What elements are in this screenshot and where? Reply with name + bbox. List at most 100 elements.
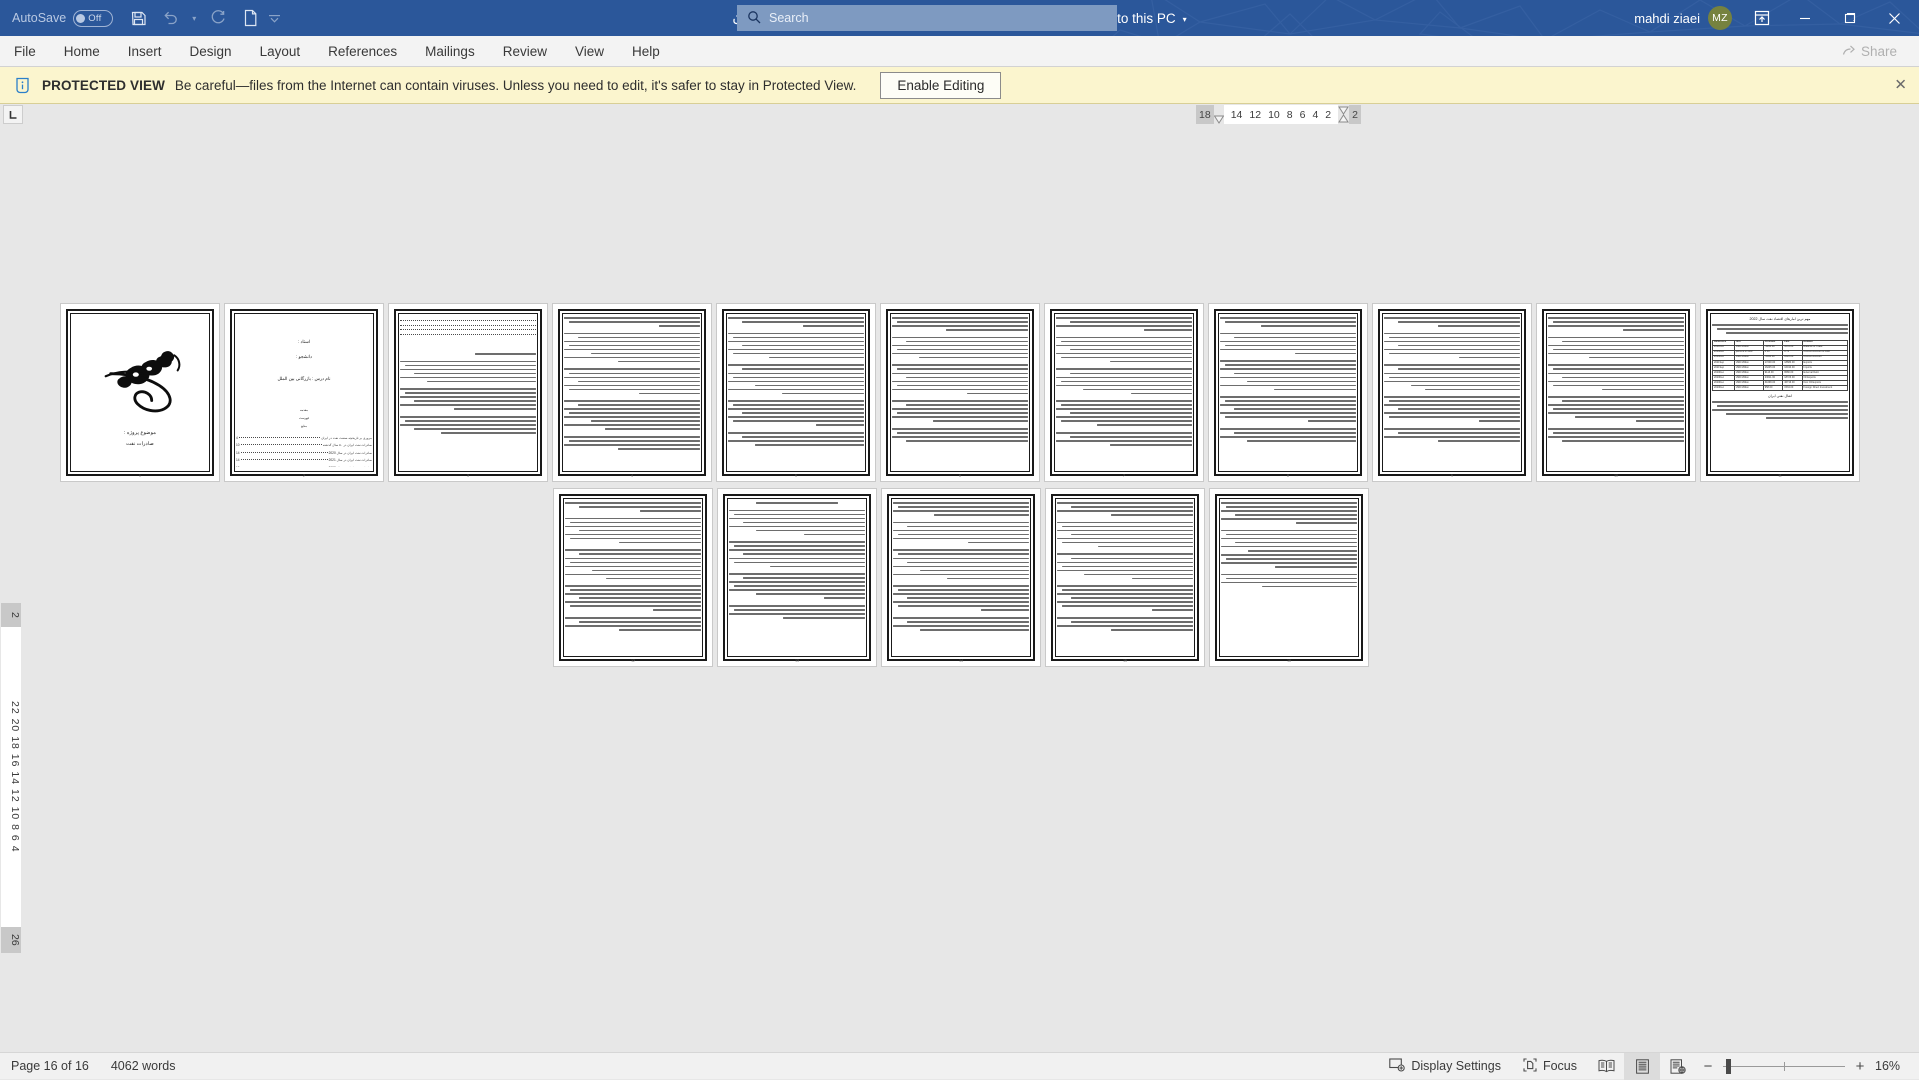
ruler-left-margin-label: 18	[1199, 109, 1211, 121]
ruler-left-margin[interactable]: 18	[1196, 105, 1214, 124]
ruler-right-margin[interactable]: 2	[1349, 105, 1361, 124]
print-layout-icon[interactable]	[1624, 1053, 1660, 1080]
cell-last: 1534.00	[1783, 386, 1802, 391]
page-indicator[interactable]: Page 16 of 16	[0, 1053, 100, 1080]
toc-entry[interactable]: صادرات نفت ایران در سال 2020 14	[236, 451, 372, 455]
search-input[interactable]: Search	[737, 5, 1117, 31]
document-page[interactable]: 13	[717, 488, 877, 667]
toc-entry[interactable]	[400, 326, 536, 327]
document-page[interactable]: 3	[388, 303, 548, 482]
search-placeholder: Search	[769, 11, 809, 25]
protected-view-title: PROTECTED VIEW	[42, 78, 165, 93]
tab-help[interactable]: Help	[618, 36, 674, 66]
web-layout-icon[interactable]	[1660, 1053, 1696, 1080]
cell-previous: 958.00	[1763, 386, 1782, 391]
document-page[interactable]: موضوع پروژه : صادرات نفت 1	[60, 303, 220, 482]
page-number: 6	[881, 474, 1039, 478]
zoom-slider-thumb[interactable]	[1726, 1059, 1731, 1074]
document-page[interactable]: 4	[552, 303, 712, 482]
share-label: Share	[1861, 44, 1897, 59]
display-settings-button[interactable]: Display Settings	[1378, 1053, 1512, 1080]
toc-entry[interactable]: مروری بر تاریخچه صنعت نفت در ایران 4	[236, 436, 372, 440]
zoom-out-button[interactable]: −	[1702, 1058, 1714, 1075]
document-page[interactable]: 10	[1536, 303, 1696, 482]
undo-icon[interactable]	[155, 4, 185, 32]
account-name[interactable]: mahdi ziaei	[1634, 11, 1700, 26]
document-page[interactable]: 7	[1044, 303, 1204, 482]
document-page[interactable]: مهم ترین آمارهای اقتصاد نفت سال 2022 Ref…	[1700, 303, 1860, 482]
document-canvas[interactable]: موضوع پروژه : صادرات نفت 1 استاد : دانشج…	[22, 139, 1919, 1052]
redo-icon[interactable]	[203, 4, 233, 32]
toc-entry[interactable]	[400, 335, 536, 336]
page-content	[565, 502, 701, 652]
zoom-level[interactable]: 16%	[1875, 1059, 1909, 1073]
share-button[interactable]: Share	[1832, 39, 1907, 64]
hanging-indent-marker[interactable]	[1338, 105, 1349, 124]
toc-page: 15	[236, 466, 240, 467]
page-number: 9	[1373, 474, 1531, 478]
zoom-in-button[interactable]: +	[1854, 1058, 1866, 1075]
restore-icon[interactable]	[1827, 0, 1872, 36]
document-page[interactable]: 14	[881, 488, 1041, 667]
word-count[interactable]: 4062 words	[100, 1053, 187, 1080]
tab-layout[interactable]: Layout	[246, 36, 315, 66]
oil-statistics-table: Reference Unit Previous Last Related 202…	[1712, 340, 1848, 392]
document-page[interactable]: 15	[1045, 488, 1205, 667]
vruler-page-area[interactable]: 22 20 18 16 14 12 10 8 6 4	[1, 627, 21, 927]
tab-file[interactable]: File	[0, 36, 50, 66]
vruler-top-margin[interactable]: 2	[1, 603, 21, 627]
document-page[interactable]: 12	[553, 488, 713, 667]
autosave-switch[interactable]: Off	[73, 10, 113, 27]
touch-mode-icon[interactable]	[235, 4, 265, 32]
enable-editing-button[interactable]: Enable Editing	[880, 72, 1001, 99]
save-icon[interactable]	[123, 4, 153, 32]
ruler-tick-6: 6	[1300, 109, 1306, 121]
document-page[interactable]: 16	[1209, 488, 1369, 667]
customize-quick-access-icon[interactable]	[267, 4, 281, 32]
document-page[interactable]: 6	[880, 303, 1040, 482]
body-heading	[475, 353, 536, 355]
tab-insert[interactable]: Insert	[114, 36, 176, 66]
toc-entry[interactable]: صادرات نفت ایران در ۵۰ سال گذشته 10	[236, 443, 372, 447]
tab-review[interactable]: Review	[489, 36, 561, 66]
cell-reference: 2020Dec	[1713, 386, 1735, 391]
document-page[interactable]: 8	[1208, 303, 1368, 482]
tab-mailings[interactable]: Mailings	[411, 36, 489, 66]
bismillah-calligraphy-icon	[94, 340, 186, 420]
read-mode-icon[interactable]	[1588, 1053, 1624, 1080]
first-line-indent-marker[interactable]	[1214, 105, 1224, 124]
toc-entry[interactable]	[400, 321, 536, 322]
toc-entry[interactable]: صادرات نفت ایران در سال 2021 14	[236, 458, 372, 462]
autosave-toggle[interactable]: AutoSave Off	[10, 10, 121, 27]
toc-entry[interactable]	[400, 330, 536, 331]
tab-home[interactable]: Home	[50, 36, 114, 66]
close-icon[interactable]: ✕	[1894, 78, 1907, 93]
document-page[interactable]: 9	[1372, 303, 1532, 482]
horizontal-ruler[interactable]: 18 14 12 10 8 6 4 2 2	[0, 104, 1919, 126]
ruler-page-area[interactable]: 14 12 10 8 6 4 2	[1224, 105, 1338, 124]
toc-page: 14	[236, 458, 240, 462]
save-location-caret[interactable]: ▾	[1183, 15, 1187, 24]
focus-label: Focus	[1543, 1059, 1577, 1073]
undo-dropdown-caret[interactable]: ▾	[187, 4, 201, 32]
page-content	[1384, 317, 1520, 467]
document-page[interactable]: 5	[716, 303, 876, 482]
toc-entry[interactable]: صادرات نفت ایران در سال 2022 15	[236, 466, 372, 467]
minimize-icon[interactable]	[1782, 0, 1827, 36]
ribbon-display-options-icon[interactable]	[1742, 0, 1782, 36]
tab-stop-selector[interactable]	[3, 105, 23, 124]
autosave-label: AutoSave	[12, 11, 66, 25]
tab-design[interactable]: Design	[176, 36, 246, 66]
vruler-bottom-margin[interactable]: 26	[1, 927, 21, 953]
toc-label: صادرات نفت ایران در ۵۰ سال گذشته	[323, 443, 372, 447]
document-page[interactable]: استاد : دانشجو : نام درس : بازرگانی بین …	[224, 303, 384, 482]
zoom-slider[interactable]	[1723, 1053, 1845, 1080]
tab-references[interactable]: References	[314, 36, 411, 66]
toc-entry[interactable]	[400, 317, 536, 318]
close-icon[interactable]	[1872, 0, 1917, 36]
vertical-ruler[interactable]: 2 22 20 18 16 14 12 10 8 6 4 26	[0, 139, 22, 1052]
tab-view[interactable]: View	[561, 36, 618, 66]
focus-button[interactable]: Focus	[1512, 1053, 1588, 1080]
avatar[interactable]: MZ	[1708, 6, 1732, 30]
toc-label: صادرات نفت ایران در سال 2022	[329, 466, 372, 467]
